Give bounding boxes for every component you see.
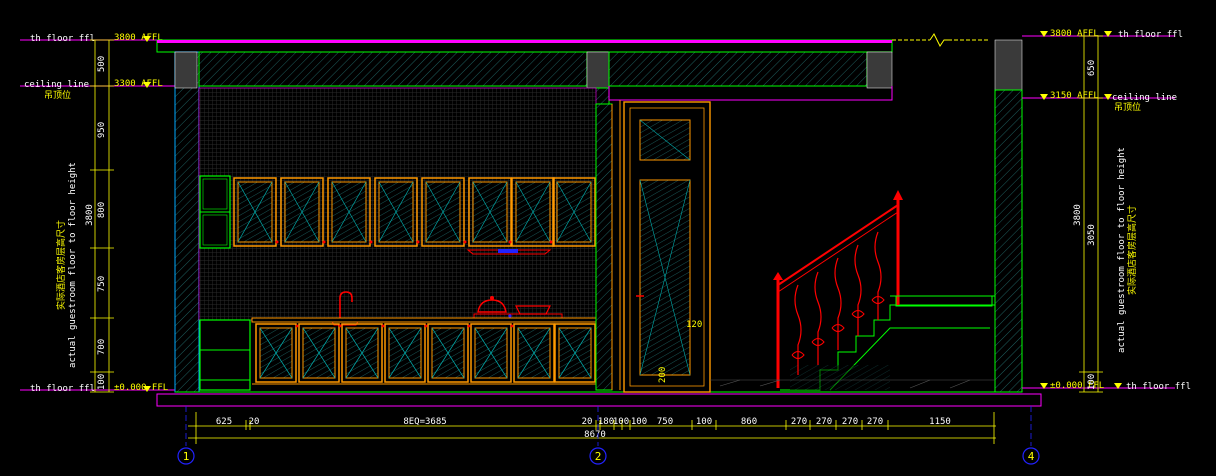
bottom-dim-10: 270 (791, 417, 807, 427)
bottom-dim-8: 100 (696, 417, 712, 427)
vertical-note-cn-left: 实际酒店客房层高尺寸 (55, 220, 67, 310)
vertical-note-en-left: actual guestroom floor to floor height (68, 162, 78, 368)
grid-axis-2: 2 (595, 450, 602, 463)
grid-axis-4: 4 (1028, 450, 1035, 463)
left-dim-0: 500 (97, 56, 107, 72)
left-dim-2: 800 (97, 202, 107, 218)
bottom-dim-4: 180 (598, 417, 614, 427)
right-dim-0: 650 (1087, 60, 1097, 76)
staircase (773, 190, 995, 391)
grid-axes: 1 2 4 (177, 406, 1040, 465)
left-dim-3: 750 (97, 276, 107, 292)
tall-cabinet: 120 200 (623, 101, 711, 393)
vertical-note-cn-right: 实际酒店客房层高尺寸 (1126, 205, 1138, 295)
bottom-dim-12: 270 (842, 417, 858, 427)
callout-200: 200 (658, 367, 668, 383)
partition-wall (595, 100, 621, 391)
vertical-note-en-right: actual guestroom floor to floor height (1117, 147, 1127, 353)
level-labels-right: 3800 AFFL th floor ffl 3150 AFFL ceiling… (1022, 29, 1191, 392)
grid-axis-1: 1 (183, 450, 190, 463)
bottom-dim-3: 20 (582, 417, 593, 427)
elevation-drawing: th floor ffl 3800 AFFL ceiling line 吊顶位 … (20, 29, 1191, 465)
bottom-dim-9: 860 (741, 417, 757, 427)
left-dim-5: 100 (97, 374, 107, 390)
floor-bottom-label-right: th floor ffl (1126, 382, 1191, 392)
dimension-chain-right: 650 3050 100 3800 actual guestroom floor… (1073, 35, 1138, 393)
bottom-dim-5: 100 (613, 417, 629, 427)
bottom-dim-11: 270 (816, 417, 832, 427)
bottom-total: 8670 (584, 430, 606, 440)
ceiling-mark-left: 3300 AFFL (114, 79, 163, 89)
left-dim-1: 950 (97, 122, 107, 138)
right-dim-1: 3050 (1087, 224, 1097, 246)
open-shelf-lower (199, 319, 251, 391)
ceiling-mark-right: 3150 AFFL (1050, 91, 1099, 101)
bottom-dim-2: 8EQ=3685 (403, 417, 446, 427)
ceiling-sub-right: 吊顶位 (1114, 101, 1141, 113)
floor-top-label-right: th floor ffl (1118, 30, 1183, 40)
bottom-dim-14: 1150 (929, 417, 951, 427)
right-total: 3800 (1073, 204, 1083, 226)
open-shelf-upper (199, 175, 231, 249)
bottom-dim-1: 20 (249, 417, 260, 427)
bottom-dim-6: 100 (631, 417, 647, 427)
countertop (251, 317, 597, 323)
left-dim-4: 700 (97, 339, 107, 355)
top-mark-right: 3800 AFFL (1050, 29, 1099, 39)
ceiling-label-right: ceiling line (1112, 93, 1177, 103)
callout-120: 120 (686, 320, 702, 330)
right-dim-2: 100 (1087, 374, 1097, 390)
ceiling-sub-left: 吊顶位 (44, 89, 71, 101)
top-mark-left: 3800 AFFL (114, 33, 163, 43)
floor-bottom-label-left: th floor ffl (30, 384, 95, 394)
bottom-mark-left: ±0.000 FFL (114, 383, 168, 393)
bottom-dim-13: 270 (867, 417, 883, 427)
left-total: 3800 (85, 204, 95, 226)
bottom-dim-0: 625 (216, 417, 232, 427)
ceiling-label-left: ceiling line (24, 80, 89, 90)
bottom-dim-7: 750 (657, 417, 673, 427)
lower-cabinets (252, 323, 596, 385)
dimension-chain-bottom: 625 20 8EQ=3685 20 180 100 100 750 100 8… (188, 412, 996, 444)
floor-top-label-left: th floor ffl (30, 34, 95, 44)
